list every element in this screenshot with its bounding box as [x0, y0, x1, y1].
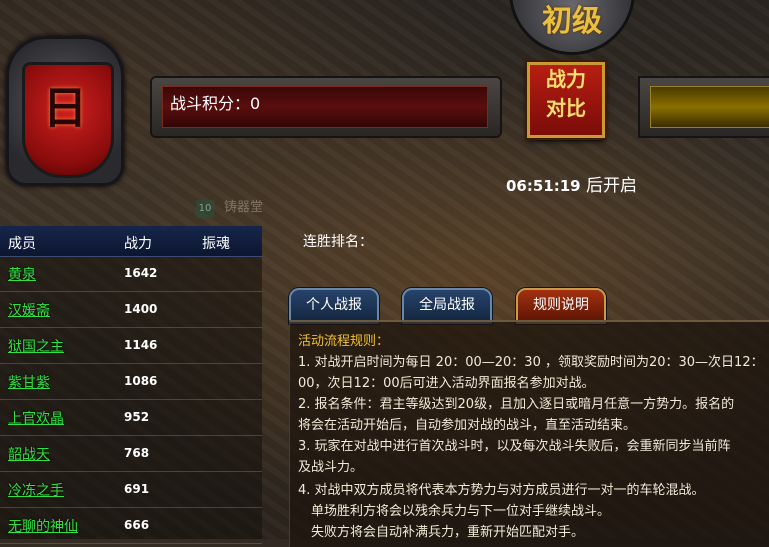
win-streak-ranking-label: 连胜排名： — [303, 234, 373, 250]
rule-line: 单场胜利方将会以残余兵力与下一位对手继续战斗。 — [298, 504, 611, 519]
table-row: 冷冻之手 691 — [0, 472, 262, 508]
building-name: 铸器堂 — [224, 200, 264, 215]
rule-line: 3. 玩家在对战中进行首次战斗时，以及每次战斗失败后，会重新同步当前阵 — [298, 439, 731, 454]
countdown-timer: 06:51:19 后开启 — [506, 171, 637, 196]
member-name[interactable]: 冷冻之手 — [8, 480, 64, 500]
rule-line: 失败方将会自动补满兵力，重新开始匹配对手。 — [298, 525, 585, 540]
countdown-suffix: 后开启 — [586, 176, 638, 196]
member-name[interactable]: 黄泉 — [8, 264, 36, 284]
member-power: 1400 — [124, 302, 158, 316]
member-power: 768 — [124, 446, 150, 460]
rule-line: 4. 对战中双方成员将代表本方势力与对方成员进行一对一的车轮混战。 — [298, 483, 705, 498]
header-power: 战力 — [124, 236, 152, 252]
faction-emblem: 日 — [6, 36, 124, 186]
level-title: 初级 — [542, 4, 602, 39]
battle-score-label: 战斗积分：0 — [170, 94, 261, 113]
rule-line: 00，次日12：00后可进入活动界面报名参加对战。 — [298, 376, 595, 391]
compare-label-line1: 战力 — [546, 67, 586, 91]
table-row: 汉媛斋 1400 — [0, 292, 262, 328]
member-power: 1146 — [124, 338, 158, 352]
compare-label-line2: 对比 — [546, 96, 586, 120]
building-number: 10 — [196, 200, 214, 218]
background-building-label: 10 铸器堂 — [196, 196, 263, 218]
tab-personal-report[interactable]: 个人战报 — [289, 288, 379, 324]
header-member: 成员 — [8, 236, 36, 252]
member-name[interactable]: 紫甘紫 — [8, 372, 50, 392]
member-name[interactable]: 无聊的神仙 — [8, 516, 78, 536]
table-row: 黄泉 1642 — [0, 256, 262, 292]
member-power: 952 — [124, 410, 150, 424]
member-name[interactable]: 狱国之主 — [8, 336, 64, 356]
tab-global-report[interactable]: 全局战报 — [402, 288, 492, 324]
header-soul: 振魂 — [202, 236, 230, 252]
member-power: 1086 — [124, 374, 158, 388]
table-row: 紫甘紫 1086 — [0, 364, 262, 400]
member-table-header: 成员 战力 振魂 — [0, 226, 262, 257]
rule-line: 及战斗力。 — [298, 460, 364, 475]
faction-character: 日 — [43, 83, 87, 134]
rules-panel: 活动流程规则： 1. 对战开启时间为每日 20：00—20：30 ，领取奖励时间… — [289, 320, 769, 547]
member-power: 1642 — [124, 266, 158, 280]
member-name[interactable]: 汉媛斋 — [8, 300, 50, 320]
table-row: 韶战天 768 — [0, 436, 262, 472]
member-name[interactable]: 上官欢晶 — [8, 408, 64, 428]
member-power: 691 — [124, 482, 150, 496]
power-compare-button[interactable]: 战力 对比 — [527, 62, 605, 138]
member-name[interactable]: 韶战天 — [8, 444, 50, 464]
table-row: 狱国之主 1146 — [0, 328, 262, 364]
battle-score-bar: 战斗积分：0 — [152, 78, 500, 136]
rule-line: 将会在活动开始后，自动参加对战的战斗，直至活动结束。 — [298, 418, 637, 433]
member-table: 成员 战力 振魂 黄泉 1642 汉媛斋 1400 狱国之主 1146 紫甘紫 … — [0, 226, 262, 544]
opponent-score-bar — [640, 78, 769, 136]
rule-line: 1. 对战开启时间为每日 20：00—20：30 ，领取奖励时间为20：30—次… — [298, 355, 764, 370]
countdown-time: 06:51:19 — [506, 177, 581, 195]
rules-heading: 活动流程规则： — [298, 334, 390, 349]
table-row: 上官欢晶 952 — [0, 400, 262, 436]
rule-line: 2. 报名条件：君主等级达到20级，且加入逐日或暗月任意一方势力。报名的 — [298, 397, 735, 412]
member-power: 666 — [124, 518, 150, 532]
tab-rules[interactable]: 规则说明 — [516, 288, 606, 324]
